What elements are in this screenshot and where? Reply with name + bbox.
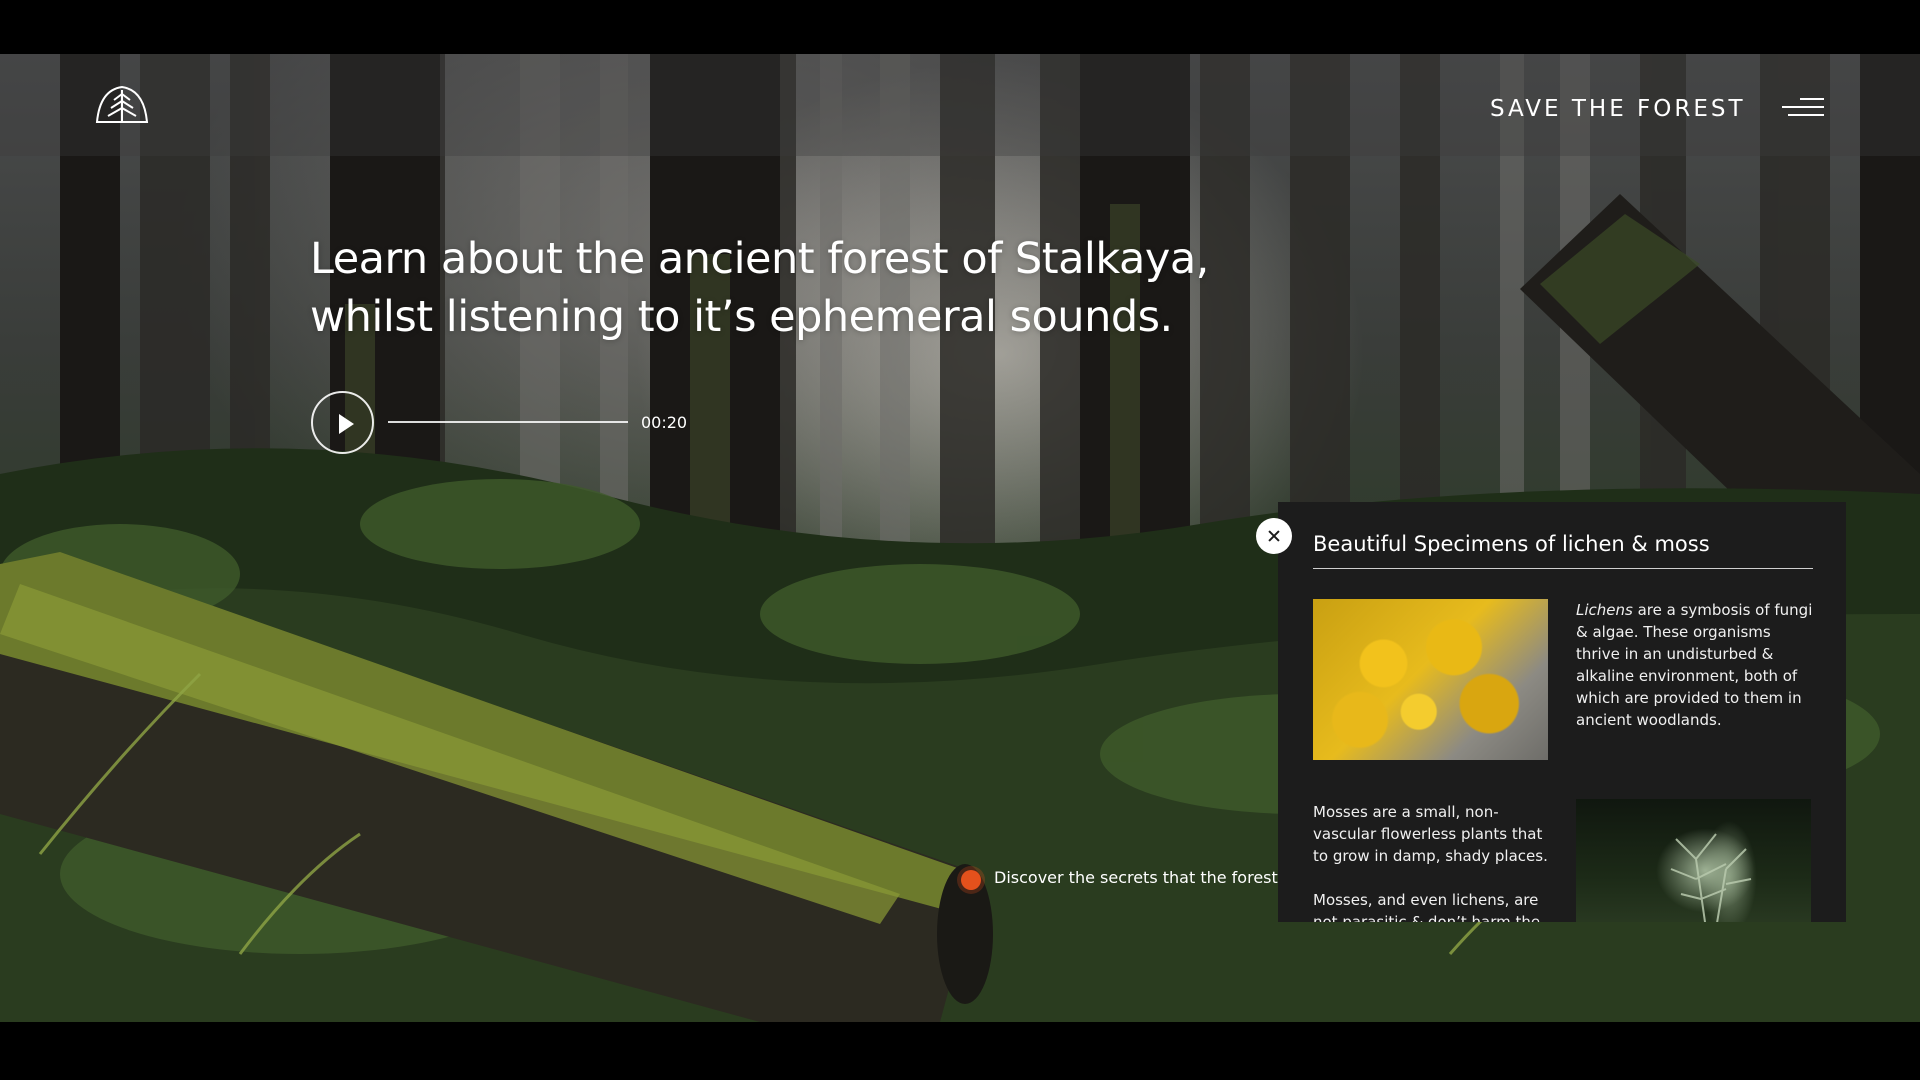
lichen-image	[1313, 599, 1548, 760]
pine-tree-icon[interactable]	[94, 84, 150, 126]
lichen-description: Lichens are a symbosis of fungi & algae.…	[1576, 599, 1816, 731]
lichen-term: Lichens	[1576, 601, 1633, 619]
hero-headline: Learn about the ancient forest of Stalka…	[310, 234, 1209, 342]
hotspot-marker[interactable]	[961, 870, 981, 890]
lichen-text: are a symbosis of fungi & algae. These o…	[1576, 601, 1813, 729]
brand-title[interactable]: SAVE THE FOREST	[1490, 96, 1746, 122]
play-button[interactable]	[311, 391, 374, 454]
play-icon	[339, 414, 354, 434]
moss-image	[1576, 799, 1811, 922]
hamburger-menu-icon[interactable]	[1782, 98, 1824, 122]
letterbox-top	[0, 0, 1920, 54]
info-panel: Beautiful Specimens of lichen & moss Lic…	[1278, 502, 1846, 922]
moss-description: Mosses are a small, non-vascular flowerl…	[1313, 801, 1553, 922]
moss-paragraph-1: Mosses are a small, non-vascular flowerl…	[1313, 803, 1548, 865]
audio-progress-bar[interactable]	[388, 421, 628, 423]
hotspot-label[interactable]: Discover the secrets that the forest flo…	[994, 868, 1278, 887]
close-panel-button[interactable]	[1256, 518, 1292, 554]
letterbox-bottom	[0, 1022, 1920, 1080]
panel-divider	[1313, 568, 1813, 569]
moss-paragraph-2: Mosses, and even lichens, are not parasi…	[1313, 891, 1541, 922]
audio-time: 00:20	[641, 413, 688, 432]
panel-title: Beautiful Specimens of lichen & moss	[1313, 532, 1710, 556]
